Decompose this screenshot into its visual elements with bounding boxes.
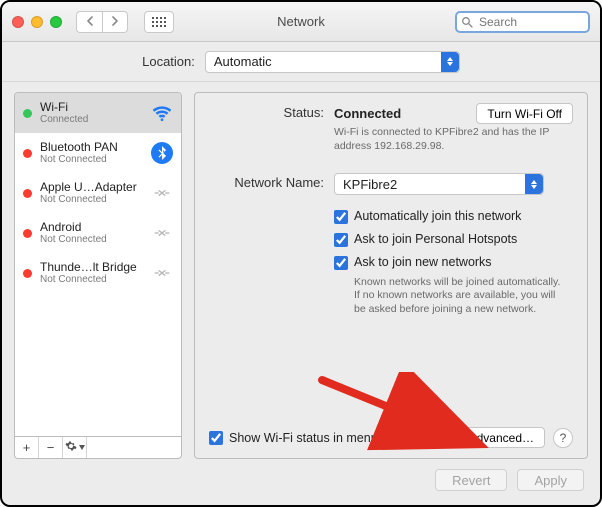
service-item-wifi[interactable]: Wi-FiConnected xyxy=(15,93,181,133)
help-button[interactable]: ? xyxy=(553,428,573,448)
service-sub: Not Connected xyxy=(40,194,137,205)
status-dot-icon xyxy=(23,189,32,198)
personal-hotspots-row: Ask to join Personal Hotspots xyxy=(334,232,573,247)
service-list[interactable]: Wi-FiConnectedBluetooth PANNot Connected… xyxy=(14,92,182,437)
link-icon xyxy=(151,262,173,284)
grid-icon xyxy=(152,17,166,27)
service-sub: Not Connected xyxy=(40,154,118,165)
status-label: Status: xyxy=(209,103,324,153)
back-button[interactable] xyxy=(76,11,102,33)
show-menubar-checkbox[interactable] xyxy=(209,431,223,445)
search-field-wrap xyxy=(455,11,590,33)
service-name: Bluetooth PAN xyxy=(40,141,118,154)
personal-hotspots-label[interactable]: Ask to join Personal Hotspots xyxy=(354,232,517,246)
location-row: Location: Automatic xyxy=(2,42,600,82)
add-service-button[interactable]: + xyxy=(15,437,39,458)
link-icon xyxy=(151,182,173,204)
detail-pane: Status: Connected Turn Wi-Fi Off Wi-Fi i… xyxy=(194,92,588,459)
status-dot-icon xyxy=(23,149,32,158)
service-name: Thunde…lt Bridge xyxy=(40,261,137,274)
gear-icon xyxy=(65,440,77,455)
service-name: Android xyxy=(40,221,107,234)
pane-bottom: Show Wi-Fi status in menu bar Advanced… … xyxy=(209,427,573,448)
ask-new-label[interactable]: Ask to join new networks xyxy=(354,255,492,269)
status-value: Connected xyxy=(334,106,401,121)
wifi-icon xyxy=(151,102,173,124)
caret-down-icon xyxy=(79,445,85,450)
ask-new-description: Known networks will be joined automatica… xyxy=(354,276,569,315)
sidebar-wrap: Wi-FiConnectedBluetooth PANNot Connected… xyxy=(14,92,182,459)
ask-new-row: Ask to join new networks xyxy=(334,255,573,270)
status-dot-icon xyxy=(23,229,32,238)
titlebar: Network xyxy=(2,2,600,42)
show-menubar-label[interactable]: Show Wi-Fi status in menu bar xyxy=(229,431,399,445)
turn-wifi-off-button[interactable]: Turn Wi-Fi Off xyxy=(476,103,573,124)
status-description: Wi-Fi is connected to KPFibre2 and has t… xyxy=(334,126,569,153)
minimize-window-button[interactable] xyxy=(31,16,43,28)
close-window-button[interactable] xyxy=(12,16,24,28)
location-value: Automatic xyxy=(214,54,272,69)
search-icon xyxy=(461,15,473,33)
revert-button[interactable]: Revert xyxy=(435,469,507,491)
service-sub: Connected xyxy=(40,114,88,125)
apply-button[interactable]: Apply xyxy=(517,469,584,491)
personal-hotspots-checkbox[interactable] xyxy=(334,233,348,247)
show-all-button[interactable] xyxy=(144,11,174,33)
footer: Revert Apply xyxy=(2,459,600,505)
ask-new-checkbox[interactable] xyxy=(334,256,348,270)
status-dot-icon xyxy=(23,269,32,278)
status-dot-icon xyxy=(23,109,32,118)
network-name-popup[interactable]: KPFibre2 xyxy=(334,173,544,195)
chevron-right-icon xyxy=(111,15,119,29)
service-list-footer: + − xyxy=(14,437,182,459)
nav-back-forward xyxy=(76,11,128,33)
service-actions-button[interactable] xyxy=(63,437,87,458)
service-item-bluetooth[interactable]: Bluetooth PANNot Connected xyxy=(15,133,181,173)
service-item-link[interactable]: Thunde…lt BridgeNot Connected xyxy=(15,253,181,293)
location-label: Location: xyxy=(142,54,195,69)
link-icon xyxy=(151,222,173,244)
network-name-row: Network Name: KPFibre2 xyxy=(209,173,573,195)
popup-arrows-icon xyxy=(441,52,459,72)
zoom-window-button[interactable] xyxy=(50,16,62,28)
service-sub: Not Connected xyxy=(40,234,107,245)
location-popup[interactable]: Automatic xyxy=(205,51,460,73)
service-item-link[interactable]: AndroidNot Connected xyxy=(15,213,181,253)
service-name: Wi-Fi xyxy=(40,101,88,114)
bluetooth-icon xyxy=(151,142,173,164)
body: Wi-FiConnectedBluetooth PANNot Connected… xyxy=(2,82,600,459)
window-controls xyxy=(12,16,62,28)
network-name-value: KPFibre2 xyxy=(343,177,397,192)
remove-service-button[interactable]: − xyxy=(39,437,63,458)
service-name: Apple U…Adapter xyxy=(40,181,137,194)
search-input[interactable] xyxy=(455,11,590,33)
popup-arrows-icon xyxy=(525,174,543,194)
network-prefpane-window: Network Location: Automatic Wi-FiConnect… xyxy=(0,0,602,507)
status-row: Status: Connected Turn Wi-Fi Off Wi-Fi i… xyxy=(209,103,573,153)
forward-button[interactable] xyxy=(102,11,128,33)
auto-join-label[interactable]: Automatically join this network xyxy=(354,209,521,223)
advanced-button[interactable]: Advanced… xyxy=(458,427,545,448)
auto-join-row: Automatically join this network xyxy=(334,209,573,224)
service-sub: Not Connected xyxy=(40,274,137,285)
chevron-left-icon xyxy=(86,15,94,29)
network-name-label: Network Name: xyxy=(209,173,324,195)
auto-join-checkbox[interactable] xyxy=(334,210,348,224)
service-item-link[interactable]: Apple U…AdapterNot Connected xyxy=(15,173,181,213)
